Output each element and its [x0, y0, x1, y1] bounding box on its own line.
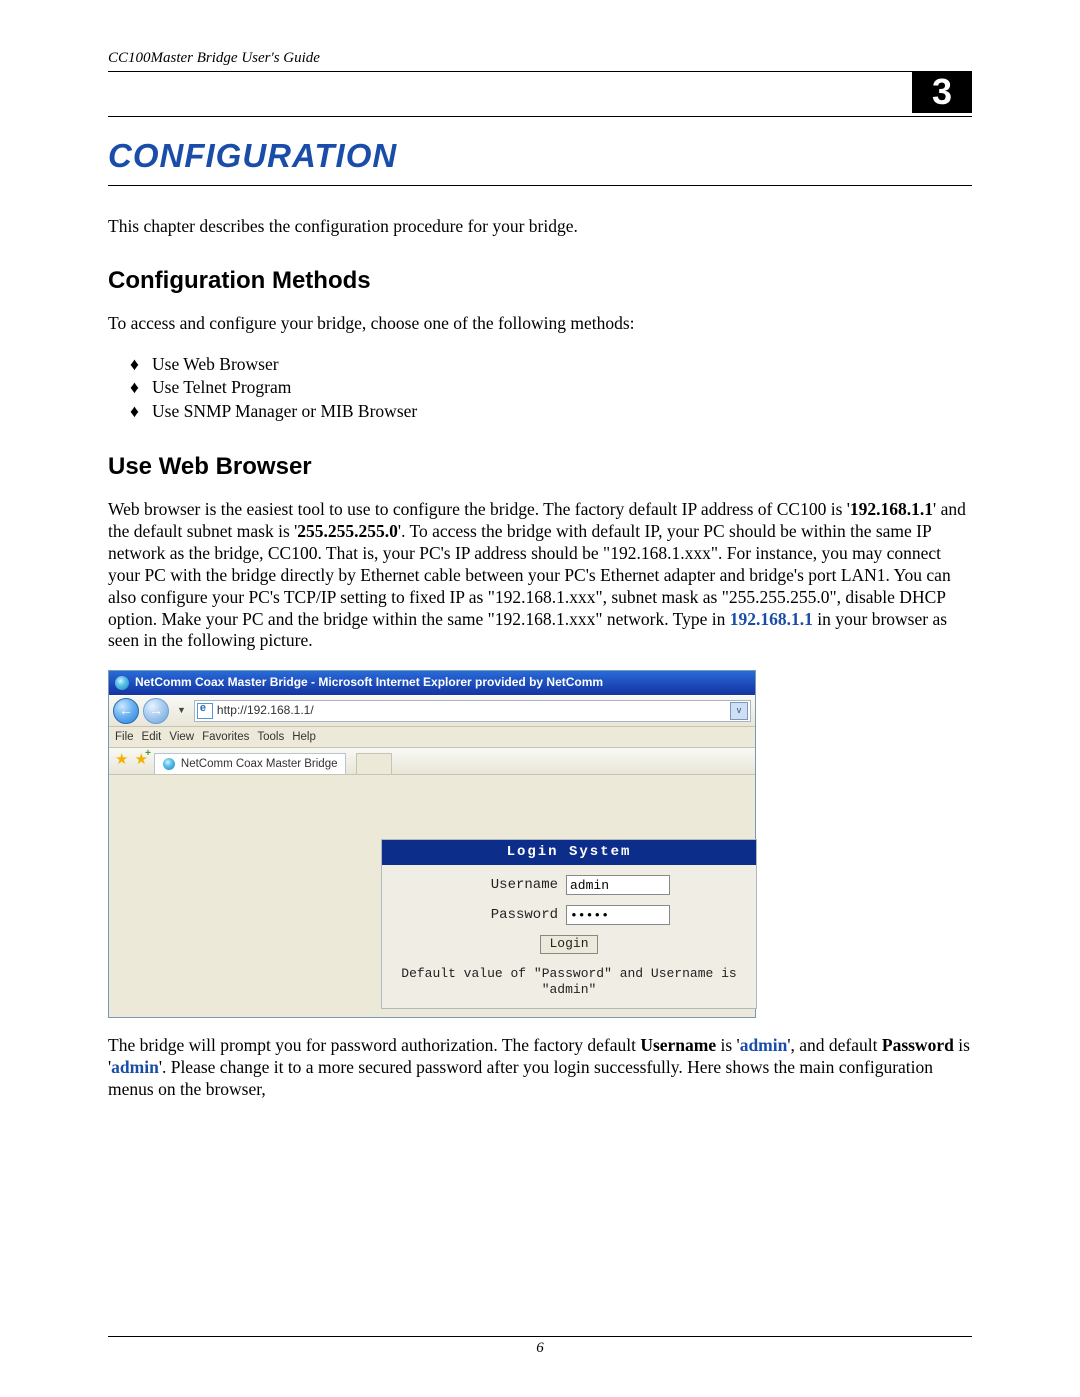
text: is ' — [716, 1035, 740, 1055]
chevron-down-icon[interactable]: ▼ — [173, 705, 190, 716]
arrow-left-icon: ← — [119, 702, 133, 720]
chapter-number-badge: 3 — [912, 71, 972, 113]
ie-titlebar: NetComm Coax Master Bridge - Microsoft I… — [109, 671, 755, 695]
text-bold: Password — [882, 1035, 954, 1055]
ip-link: 192.168.1.1 — [730, 609, 813, 629]
login-form: Login System Username Password Login Def… — [381, 839, 757, 1009]
menu-edit[interactable]: Edit — [142, 730, 162, 744]
new-tab-button[interactable] — [356, 753, 392, 774]
add-favorites-icon[interactable]: ★ — [134, 751, 147, 770]
browser-tab[interactable]: NetComm Coax Master Bridge — [154, 753, 347, 774]
arrow-right-icon: → — [149, 702, 163, 720]
web-paragraph: Web browser is the easiest tool to use t… — [108, 499, 972, 652]
address-url: http://192.168.1.1/ — [217, 703, 726, 718]
footer-rule — [108, 1336, 972, 1337]
list-item: Use Telnet Program — [130, 376, 972, 400]
title-underline — [108, 185, 972, 186]
default-password: admin — [111, 1057, 159, 1077]
password-input[interactable] — [566, 905, 670, 925]
list-item: Use SNMP Manager or MIB Browser — [130, 400, 972, 424]
section-heading-methods: Configuration Methods — [108, 266, 972, 296]
forward-button[interactable]: → — [143, 698, 169, 724]
login-button[interactable]: Login — [540, 935, 597, 953]
window-title: NetComm Coax Master Bridge - Microsoft I… — [135, 675, 603, 690]
chapter-title: CONFIGURATION — [108, 137, 972, 175]
default-username: admin — [740, 1035, 788, 1055]
text: Web browser is the easiest tool to use t… — [108, 499, 850, 519]
list-item: Use Web Browser — [130, 353, 972, 377]
login-title: Login System — [382, 840, 756, 866]
username-label: Username — [468, 877, 558, 895]
password-label: Password — [468, 907, 558, 925]
menu-favorites[interactable]: Favorites — [202, 730, 249, 744]
default-mask: 255.255.255.0 — [297, 521, 398, 541]
favorites-icon[interactable]: ★ — [115, 751, 128, 770]
methods-list: Use Web Browser Use Telnet Program Use S… — [108, 353, 972, 424]
page-number: 6 — [0, 1340, 1080, 1357]
tab-label: NetComm Coax Master Bridge — [181, 757, 338, 771]
ie-toolbar: ← → ▼ http://192.168.1.1/ v — [109, 695, 755, 727]
page-content: Login System Username Password Login Def… — [109, 775, 755, 1017]
username-input[interactable] — [566, 875, 670, 895]
intro-paragraph: This chapter describes the configuration… — [108, 216, 972, 238]
text: The bridge will prompt you for password … — [108, 1035, 640, 1055]
text-bold: Username — [640, 1035, 716, 1055]
after-screenshot-paragraph: The bridge will prompt you for password … — [108, 1035, 972, 1101]
menu-help[interactable]: Help — [292, 730, 316, 744]
login-hint: Default value of "Password" and Username… — [382, 964, 756, 1009]
ie-icon — [115, 676, 129, 690]
header-rule-2 — [108, 116, 972, 117]
methods-lead: To access and configure your bridge, cho… — [108, 313, 972, 335]
ie-menubar: File Edit View Favorites Tools Help — [109, 727, 755, 748]
text: '. Please change it to a more secured pa… — [108, 1057, 933, 1099]
document-page: CC100Master Bridge User's Guide 3 CONFIG… — [0, 0, 1080, 1397]
menu-view[interactable]: View — [169, 730, 194, 744]
text: ', and default — [787, 1035, 882, 1055]
tab-icon — [163, 758, 175, 770]
menu-file[interactable]: File — [115, 730, 134, 744]
address-dropdown[interactable]: v — [730, 702, 748, 720]
section-heading-web: Use Web Browser — [108, 452, 972, 482]
running-header: CC100Master Bridge User's Guide — [108, 50, 972, 67]
page-icon — [197, 703, 213, 719]
menu-tools[interactable]: Tools — [257, 730, 284, 744]
default-ip: 192.168.1.1 — [850, 499, 933, 519]
ie-favorites-bar: ★ ★ NetComm Coax Master Bridge — [109, 748, 755, 775]
ie-window: NetComm Coax Master Bridge - Microsoft I… — [108, 670, 756, 1018]
address-bar[interactable]: http://192.168.1.1/ v — [194, 700, 751, 722]
back-button[interactable]: ← — [113, 698, 139, 724]
